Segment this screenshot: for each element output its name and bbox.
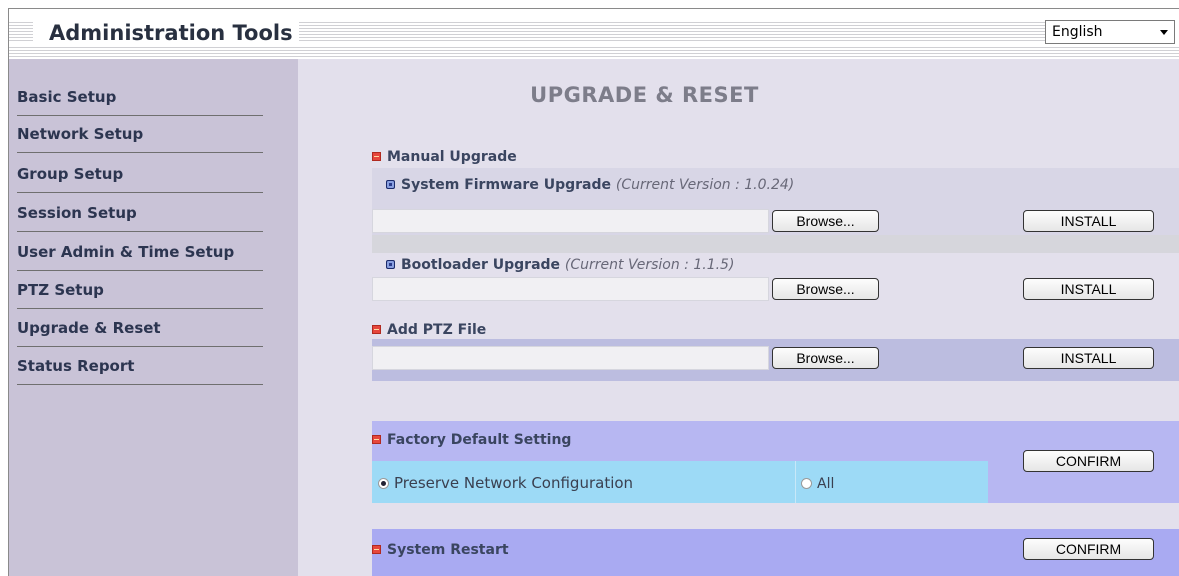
sidebar-item-label: Group Setup: [17, 165, 124, 183]
radio-all-label: All: [817, 476, 835, 492]
section-bullet-icon: [372, 152, 381, 161]
sidebar-item-label: PTZ Setup: [17, 281, 104, 299]
ptz-browse-button[interactable]: Browse...: [772, 347, 879, 369]
sidebar: Basic Setup Network Setup Group Setup Se…: [9, 59, 298, 576]
system-restart-label: System Restart: [387, 542, 509, 558]
ptz-file-label: Add PTZ File: [387, 322, 487, 338]
header: Administration Tools English: [9, 9, 1179, 59]
radio-preserve-network[interactable]: Preserve Network Configuration: [378, 473, 633, 492]
sidebar-item-label: Basic Setup: [17, 88, 117, 106]
factory-default-confirm-button[interactable]: CONFIRM: [1023, 450, 1154, 472]
bootloader-version: (Current Version : 1.1.5): [564, 257, 735, 273]
sidebar-item-label: Session Setup: [17, 204, 137, 222]
firmware-heading: System Firmware Upgrade (Current Version…: [386, 177, 794, 193]
main-content: UPGRADE & RESET Manual Upgrade System Fi…: [298, 59, 1179, 576]
language-select[interactable]: English: [1045, 20, 1175, 44]
bootloader-label: Bootloader Upgrade: [401, 257, 561, 273]
ptz-install-button[interactable]: INSTALL: [1023, 347, 1154, 369]
firmware-version: (Current Version : 1.0.24): [615, 177, 795, 193]
sidebar-item-label: User Admin & Time Setup: [17, 243, 235, 261]
firmware-file-input[interactable]: [372, 209, 769, 233]
sidebar-item-status-report[interactable]: Status Report: [17, 348, 263, 385]
bootloader-browse-button[interactable]: Browse...: [772, 278, 879, 300]
firmware-label: System Firmware Upgrade: [401, 177, 611, 193]
ptz-file-heading: Add PTZ File: [372, 322, 486, 338]
ptz-file-input[interactable]: [372, 346, 769, 370]
language-select-value: English: [1052, 24, 1103, 40]
app-title: Administration Tools: [33, 19, 299, 47]
radio-preserve-label: Preserve Network Configuration: [394, 474, 634, 492]
bootloader-file-input[interactable]: [372, 277, 769, 301]
sidebar-item-network-setup[interactable]: Network Setup: [17, 116, 263, 153]
firmware-row-spacer: [372, 235, 1179, 253]
firmware-browse-button[interactable]: Browse...: [772, 210, 879, 232]
sidebar-item-user-admin-time-setup[interactable]: User Admin & Time Setup: [17, 234, 263, 271]
options-divider: [795, 461, 796, 503]
app-frame: Administration Tools English Basic Setup…: [8, 8, 1179, 576]
system-restart-confirm-button[interactable]: CONFIRM: [1023, 538, 1154, 560]
system-restart-heading: System Restart: [372, 542, 509, 558]
manual-upgrade-label: Manual Upgrade: [387, 149, 517, 165]
sidebar-item-label: Network Setup: [17, 125, 144, 143]
radio-all[interactable]: All: [801, 473, 834, 492]
chevron-down-icon: [1160, 30, 1168, 35]
sidebar-item-label: Status Report: [17, 357, 135, 375]
section-bullet-icon: [372, 325, 381, 334]
header-rule-bottom: [9, 47, 1179, 59]
bootloader-install-button[interactable]: INSTALL: [1023, 278, 1154, 300]
section-bullet-icon: [372, 435, 381, 444]
sidebar-item-session-setup[interactable]: Session Setup: [17, 195, 263, 232]
firmware-install-button[interactable]: INSTALL: [1023, 210, 1154, 232]
subsection-bullet-icon: [386, 180, 395, 189]
bootloader-heading: Bootloader Upgrade (Current Version : 1.…: [386, 257, 734, 273]
radio-button-unchecked[interactable]: [801, 478, 812, 489]
sidebar-item-ptz-setup[interactable]: PTZ Setup: [17, 272, 263, 309]
sidebar-item-basic-setup[interactable]: Basic Setup: [17, 79, 263, 116]
manual-upgrade-heading: Manual Upgrade: [372, 149, 517, 165]
radio-button-checked[interactable]: [378, 478, 389, 489]
sidebar-item-upgrade-reset[interactable]: Upgrade & Reset: [17, 310, 263, 347]
sidebar-item-label: Upgrade & Reset: [17, 319, 161, 337]
factory-default-heading: Factory Default Setting: [372, 432, 571, 448]
factory-default-label: Factory Default Setting: [387, 432, 572, 448]
sidebar-item-group-setup[interactable]: Group Setup: [17, 156, 263, 193]
subsection-bullet-icon: [386, 260, 395, 269]
section-bullet-icon: [372, 545, 381, 554]
page-title: UPGRADE & RESET: [530, 83, 759, 107]
